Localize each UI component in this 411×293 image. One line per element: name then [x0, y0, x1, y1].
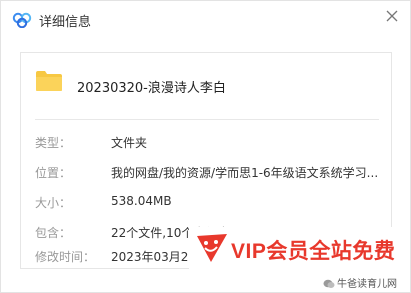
location-value[interactable]: 我的网盘/我的资源/学而思1-6年级语文系统学习...	[111, 164, 385, 181]
watermark-text: 牛爸读育儿网	[337, 279, 397, 290]
vip-text: VIP会员全站免费	[231, 240, 396, 263]
type-label: 类型：	[35, 136, 72, 150]
close-icon[interactable]	[382, 6, 402, 26]
location-label: 位置：	[35, 166, 72, 180]
folder-icon	[36, 71, 62, 91]
size-label: 大小：	[35, 196, 72, 210]
vip-banner: VIP会员全站免费	[189, 227, 403, 279]
vip-badge-icon	[197, 234, 227, 262]
watermark: 牛爸读育儿网	[323, 275, 397, 290]
detail-row-location: 位置： 我的网盘/我的资源/学而思1-6年级语文系统学习...	[35, 164, 385, 182]
details-dialog: 详细信息 20230320-浪漫诗人李白 类型： 文件夹 位置： 我的网盘/我的…	[0, 0, 411, 293]
contains-label: 包含：	[35, 226, 72, 240]
detail-row-type: 类型： 文件夹	[35, 134, 385, 152]
detail-row-size: 大小： 538.04MB	[35, 194, 385, 212]
divider	[35, 119, 379, 120]
title-bar: 详细信息	[1, 1, 411, 39]
wechat-icon	[323, 279, 335, 288]
dialog-title: 详细信息	[39, 15, 92, 30]
size-value: 538.04MB	[111, 194, 172, 208]
folder-name: 20230320-浪漫诗人李白	[77, 81, 226, 96]
modified-label: 修改时间：	[35, 250, 96, 264]
baidu-netdisk-logo-icon	[12, 12, 32, 28]
type-value: 文件夹	[111, 136, 148, 150]
